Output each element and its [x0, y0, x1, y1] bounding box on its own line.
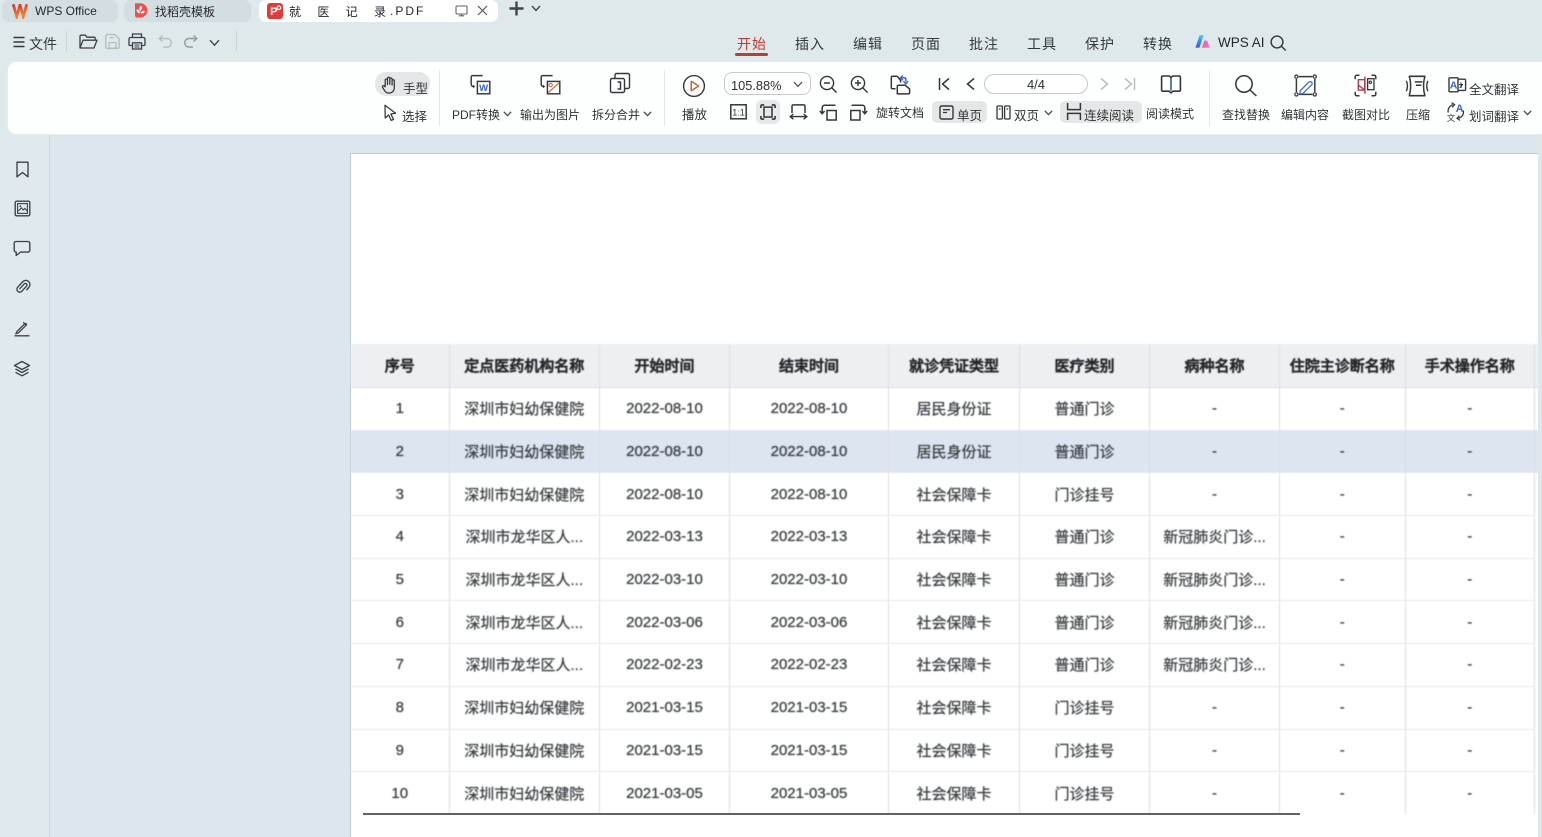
svg-text:A: A: [1450, 79, 1458, 91]
svg-text:1:1: 1:1: [732, 107, 745, 117]
svg-text:P: P: [270, 6, 277, 18]
svg-text:文: 文: [1447, 113, 1456, 122]
svg-text:W: W: [479, 83, 488, 94]
svg-text:A: A: [1456, 103, 1464, 115]
